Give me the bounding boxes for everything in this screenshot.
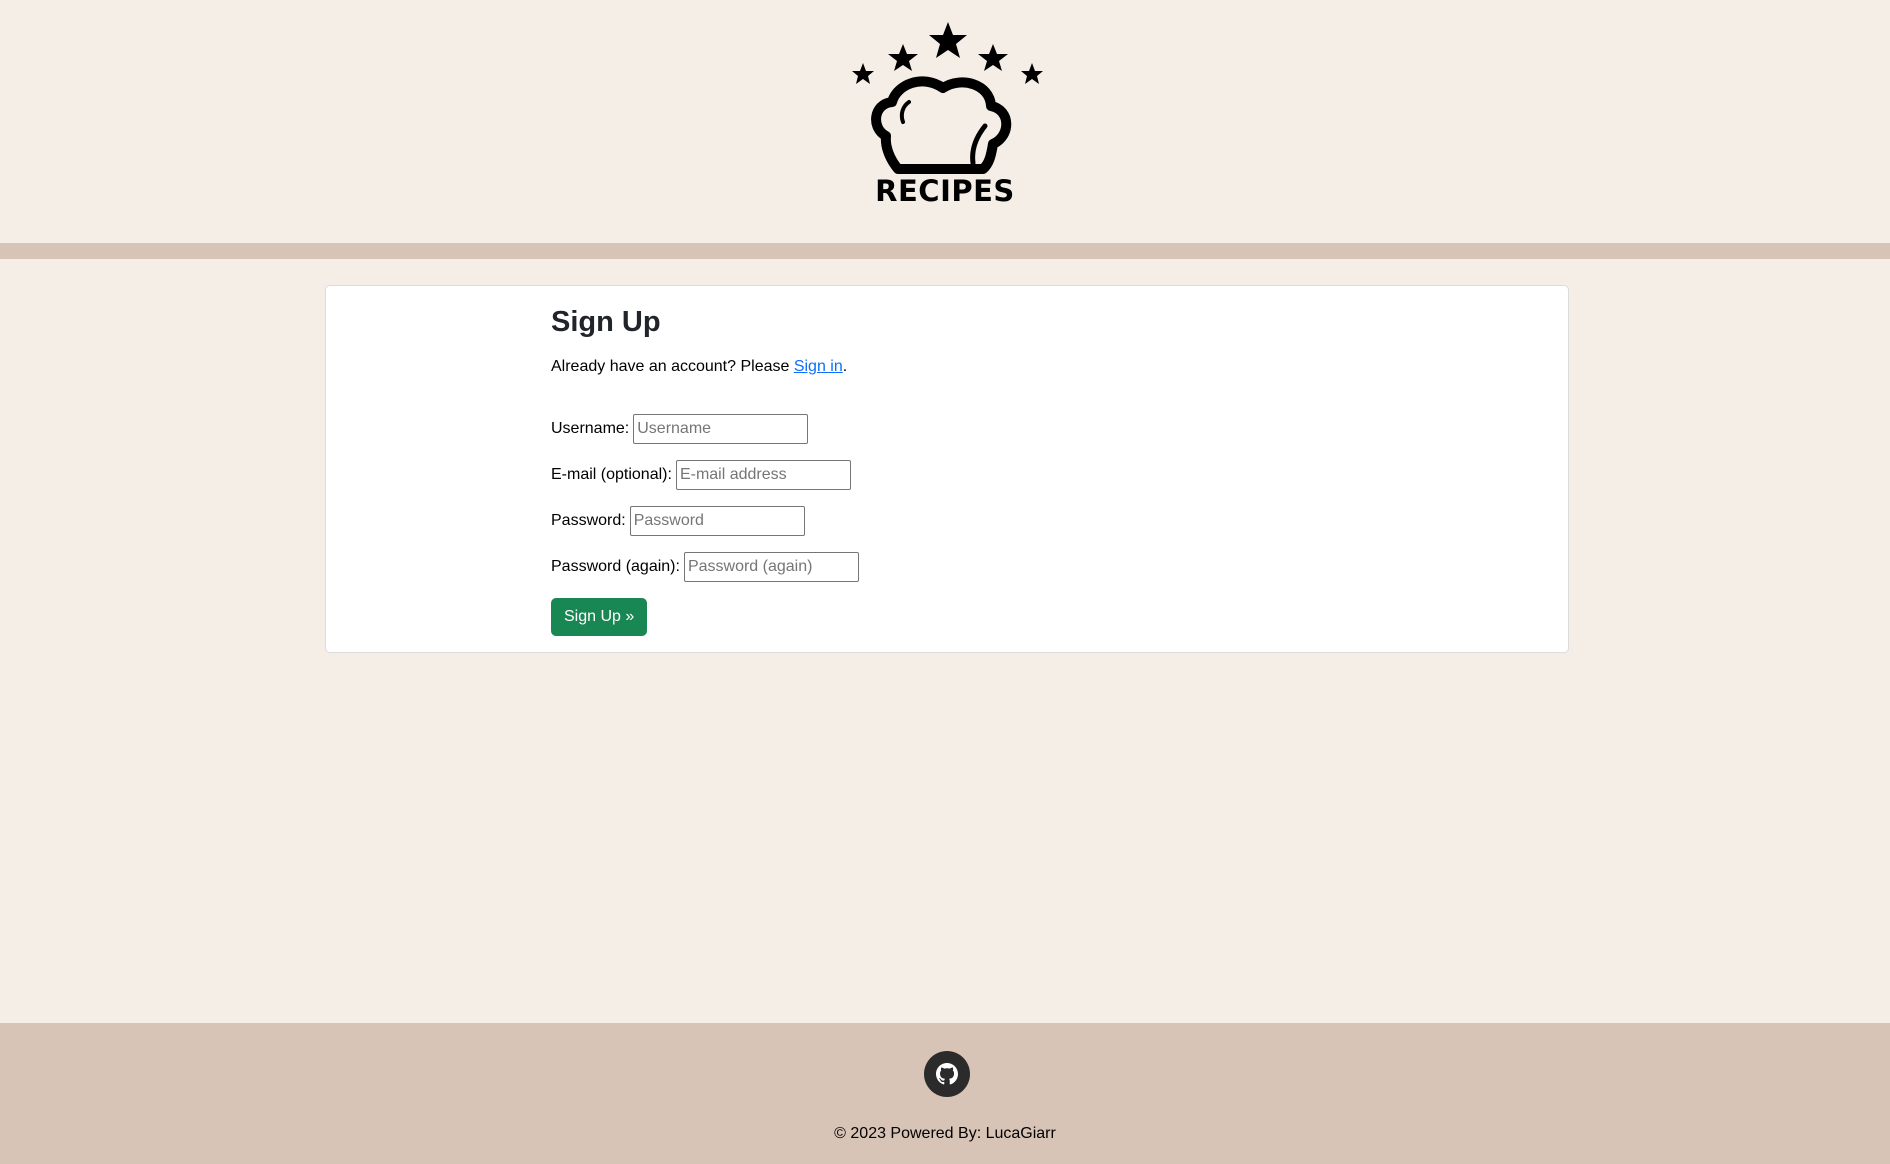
star-icon <box>978 44 1008 71</box>
password-input[interactable] <box>629 506 805 536</box>
username-input[interactable] <box>633 414 809 444</box>
password-label: Password: <box>551 512 626 529</box>
signup-submit-button[interactable]: Sign Up » <box>551 598 648 636</box>
signin-prompt: Already have an account? Please Sign in. <box>551 356 859 378</box>
github-link[interactable] <box>924 1051 970 1097</box>
recipes-logo[interactable]: RECIPES <box>845 18 1045 214</box>
star-icon <box>852 63 874 84</box>
signin-prompt-text: Already have an account? Please <box>551 358 794 375</box>
logo-text: RECIPES <box>875 174 1015 208</box>
email-label: E-mail (optional): <box>551 466 672 483</box>
signin-link[interactable]: Sign in <box>794 358 843 375</box>
site-footer: © 2023 Powered By: LucaGiarr <box>0 1023 1890 1164</box>
password-again-row: Password (again): <box>551 552 859 582</box>
email-row: E-mail (optional): <box>551 460 859 490</box>
signup-form-container: Sign Up Already have an account? Please … <box>551 302 859 636</box>
star-icon <box>1021 63 1043 84</box>
signup-card: Sign Up Already have an account? Please … <box>325 285 1569 653</box>
page-title: Sign Up <box>551 306 661 338</box>
site-header: RECIPES <box>0 0 1890 243</box>
signin-prompt-period: . <box>842 358 848 375</box>
star-icon <box>888 44 918 71</box>
password-again-label: Password (again): <box>551 558 680 575</box>
star-icon <box>929 22 967 58</box>
password-row: Password: <box>551 506 859 536</box>
header-divider <box>0 243 1890 259</box>
signup-form: Username: E-mail (optional): Password: P… <box>551 414 859 636</box>
copyright-text: © 2023 Powered By: LucaGiarr <box>834 1125 1056 1142</box>
email-input[interactable] <box>675 460 851 490</box>
username-label: Username: <box>551 420 630 437</box>
github-icon <box>936 1063 958 1085</box>
password-again-input[interactable] <box>683 552 859 582</box>
username-row: Username: <box>551 414 859 444</box>
chef-hat-stars-icon <box>852 22 1043 174</box>
